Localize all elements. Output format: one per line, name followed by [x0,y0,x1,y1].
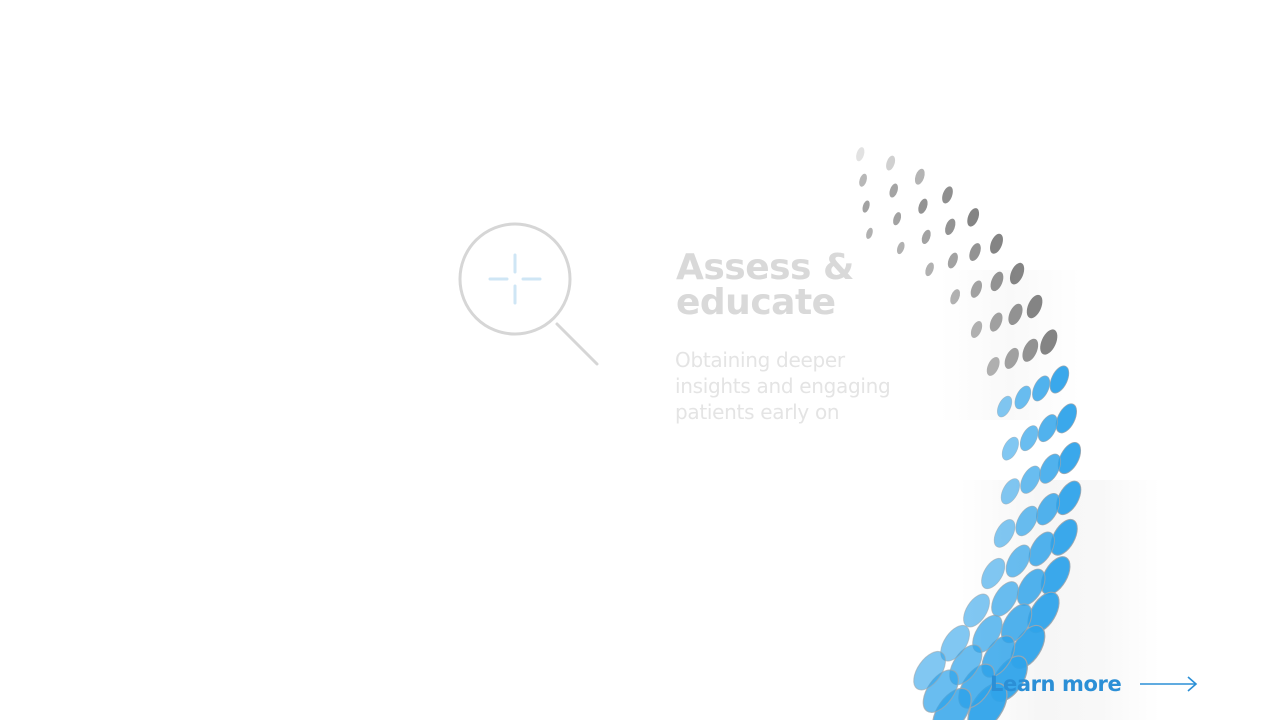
decorative-dot [945,218,956,236]
decorative-dot [896,241,905,255]
decorative-dot [918,198,928,214]
decorative-dot [950,289,961,305]
decorative-dot [990,271,1004,292]
section-title-line: Assess & [676,247,854,288]
learn-more-link[interactable]: Learn more [990,672,1199,696]
decorative-dot [921,229,931,245]
decorative-dot [1014,385,1032,410]
decorative-dot [1022,338,1039,362]
section-description: Obtaining deeper insights and engaging p… [675,347,891,425]
decorative-dot [1004,347,1019,369]
decorative-dot [856,147,865,162]
section-title: Assess & educate [676,247,854,323]
decorative-dot [1040,329,1058,355]
decorative-dot [893,212,902,226]
decorative-dot [986,357,1000,376]
decorative-dot [886,155,896,171]
arrow-right-icon [1140,676,1198,692]
decorative-dot [1026,294,1043,319]
decorative-dot [967,208,980,227]
decorative-dot [970,321,983,338]
decorative-dot [914,168,925,185]
decorative-dot [989,312,1003,332]
section-description-line: patients early on [675,400,840,424]
decorative-dot [866,227,873,239]
learn-more-label: Learn more [990,672,1122,696]
decorative-dot [862,200,870,213]
decorative-dot [889,183,898,198]
decorative-dot [969,243,981,261]
decorative-dot [1049,365,1070,394]
dot-arc-graphic [856,147,1082,720]
section-title-line: educate [676,282,836,323]
decorative-dot [1032,375,1051,402]
decorative-dot [925,262,934,277]
decorative-dot [1008,303,1023,325]
decorative-dot [1009,262,1025,285]
decorative-dot [993,519,1016,548]
decorative-dot [970,280,983,298]
decorative-dot [1001,436,1019,461]
decorative-dot [1000,478,1020,505]
section-description-line: insights and engaging [675,374,891,398]
magnifier-icon [458,222,599,366]
section-description-line: Obtaining deeper [675,348,845,372]
decorative-dot [859,173,867,187]
decorative-dot [997,395,1013,418]
decorative-dot [947,252,958,269]
hero-stage: Assess & educate Obtaining deeper insigh… [0,0,1280,720]
decorative-dot [990,233,1003,254]
decorative-dot [942,186,953,204]
decorative-dot [1019,425,1039,452]
